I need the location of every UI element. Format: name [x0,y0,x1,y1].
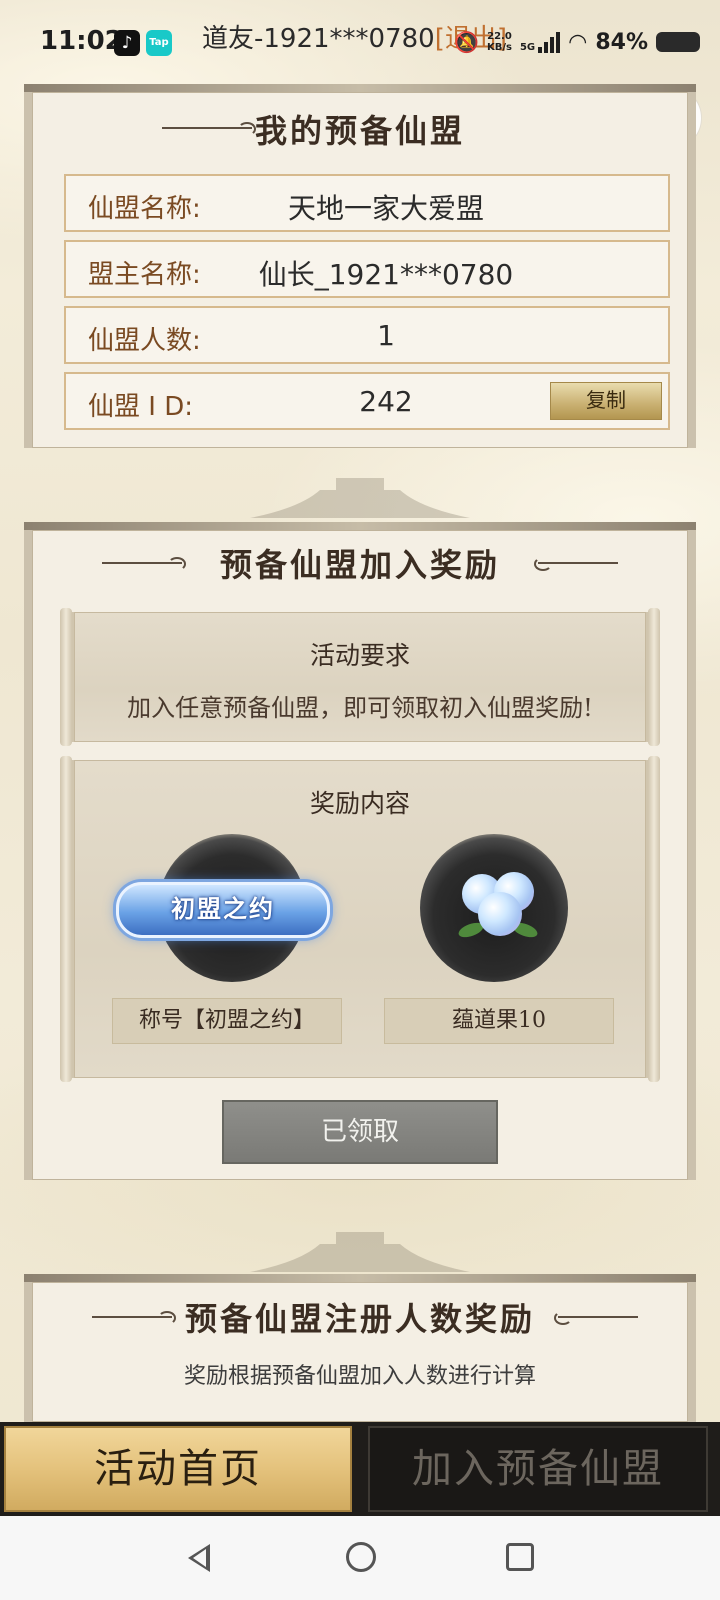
reward-box: 奖励内容 初盟之约 称号【初盟之约】 蕴道果10 [60,756,660,1082]
net-speed: 22.0 KB/s [487,31,512,53]
signal-icon: 5G [519,31,561,53]
nav-activity-home[interactable]: 活动首页 [4,1426,352,1512]
status-time: 11:02 [40,26,123,56]
wifi-icon: ◠ [568,29,588,55]
nav-join-alliance[interactable]: 加入预备仙盟 [368,1426,708,1512]
temple-roof-decoration [250,478,470,518]
alliance-name-label: 仙盟名称: [88,194,201,224]
scroll-roller-right [648,608,660,746]
join-reward-title: 预备仙盟加入奖励 [219,546,500,584]
mute-icon: 🔕 [454,30,479,54]
battery-percent: 84% [595,29,648,55]
requirement-text: 加入任意预备仙盟，即可领取初入仙盟奖励! [127,694,593,722]
status-icons: 🔕 22.0 KB/s 5G ◠ 84% [454,26,700,58]
leader-name-label: 盟主名称: [88,260,201,290]
member-count-value: 1 [377,319,395,352]
register-reward-desc: 奖励根据预备仙盟加入人数进行计算 [183,1364,536,1389]
status-bar: 11:02 ♪ Tap 道友-1921***0780[退出] 🔕 22.0 KB… [0,0,720,84]
title-badge-icon: 初盟之约 [116,882,330,938]
scroll-roller-left [60,756,72,1082]
reward-title: 奖励内容 [309,789,410,818]
alliance-id-label: 仙盟 I D: [88,392,193,422]
back-icon[interactable] [188,1544,210,1572]
home-icon[interactable] [346,1542,376,1572]
alliance-name-value: 天地一家大爱盟 [287,192,484,225]
temple-roof-decoration [250,1232,470,1272]
my-alliance-title: 我的预备仙盟 [254,112,465,150]
taptap-icon: Tap [146,30,172,56]
requirement-box: 活动要求 加入任意预备仙盟，即可领取初入仙盟奖励! [60,608,660,746]
reward-item-title: 称号【初盟之约】 [112,998,342,1044]
net-speed-value: 22.0 [487,31,512,42]
register-reward-panel: 预备仙盟注册人数奖励 奖励根据预备仙盟加入人数进行计算 [24,1274,696,1422]
my-alliance-panel: 我的预备仙盟 仙盟名称: 天地一家大爱盟 盟主名称: 仙长_1921***078… [24,84,696,448]
recent-apps-icon[interactable] [506,1543,534,1571]
member-count-label: 仙盟人数: [88,326,201,356]
scroll-roller-right [648,756,660,1082]
join-reward-panel: 预备仙盟加入奖励 活动要求 加入任意预备仙盟，即可领取初入仙盟奖励! 奖励内容 … [24,522,696,1180]
tiktok-icon: ♪ [114,30,140,56]
member-count-row: 仙盟人数: 1 [64,306,670,364]
reward-item-fruit: 蕴道果10 [384,998,614,1044]
copy-id-button[interactable]: 复制 [550,382,662,420]
user-name: 道友-1921***0780 [202,24,435,54]
battery-icon [656,32,700,52]
system-nav-bar [0,1516,720,1600]
requirement-title: 活动要求 [309,641,410,670]
bottom-nav: 活动首页 加入预备仙盟 [0,1422,720,1516]
scroll-roller-left [60,608,72,746]
register-reward-title: 预备仙盟注册人数奖励 [184,1300,535,1338]
network-type: 5G [519,42,536,53]
leader-name-row: 盟主名称: 仙长_1921***0780 [64,240,670,298]
alliance-name-row: 仙盟名称: 天地一家大爱盟 [64,174,670,232]
peach-fruit-icon [454,862,544,952]
claimed-button[interactable]: 已领取 [222,1100,498,1164]
net-speed-unit: KB/s [486,42,512,53]
leader-name-value: 仙长_1921***0780 [258,258,514,291]
alliance-id-row: 仙盟 I D: 242 复制 [64,372,670,430]
alliance-id-value: 242 [359,385,413,418]
